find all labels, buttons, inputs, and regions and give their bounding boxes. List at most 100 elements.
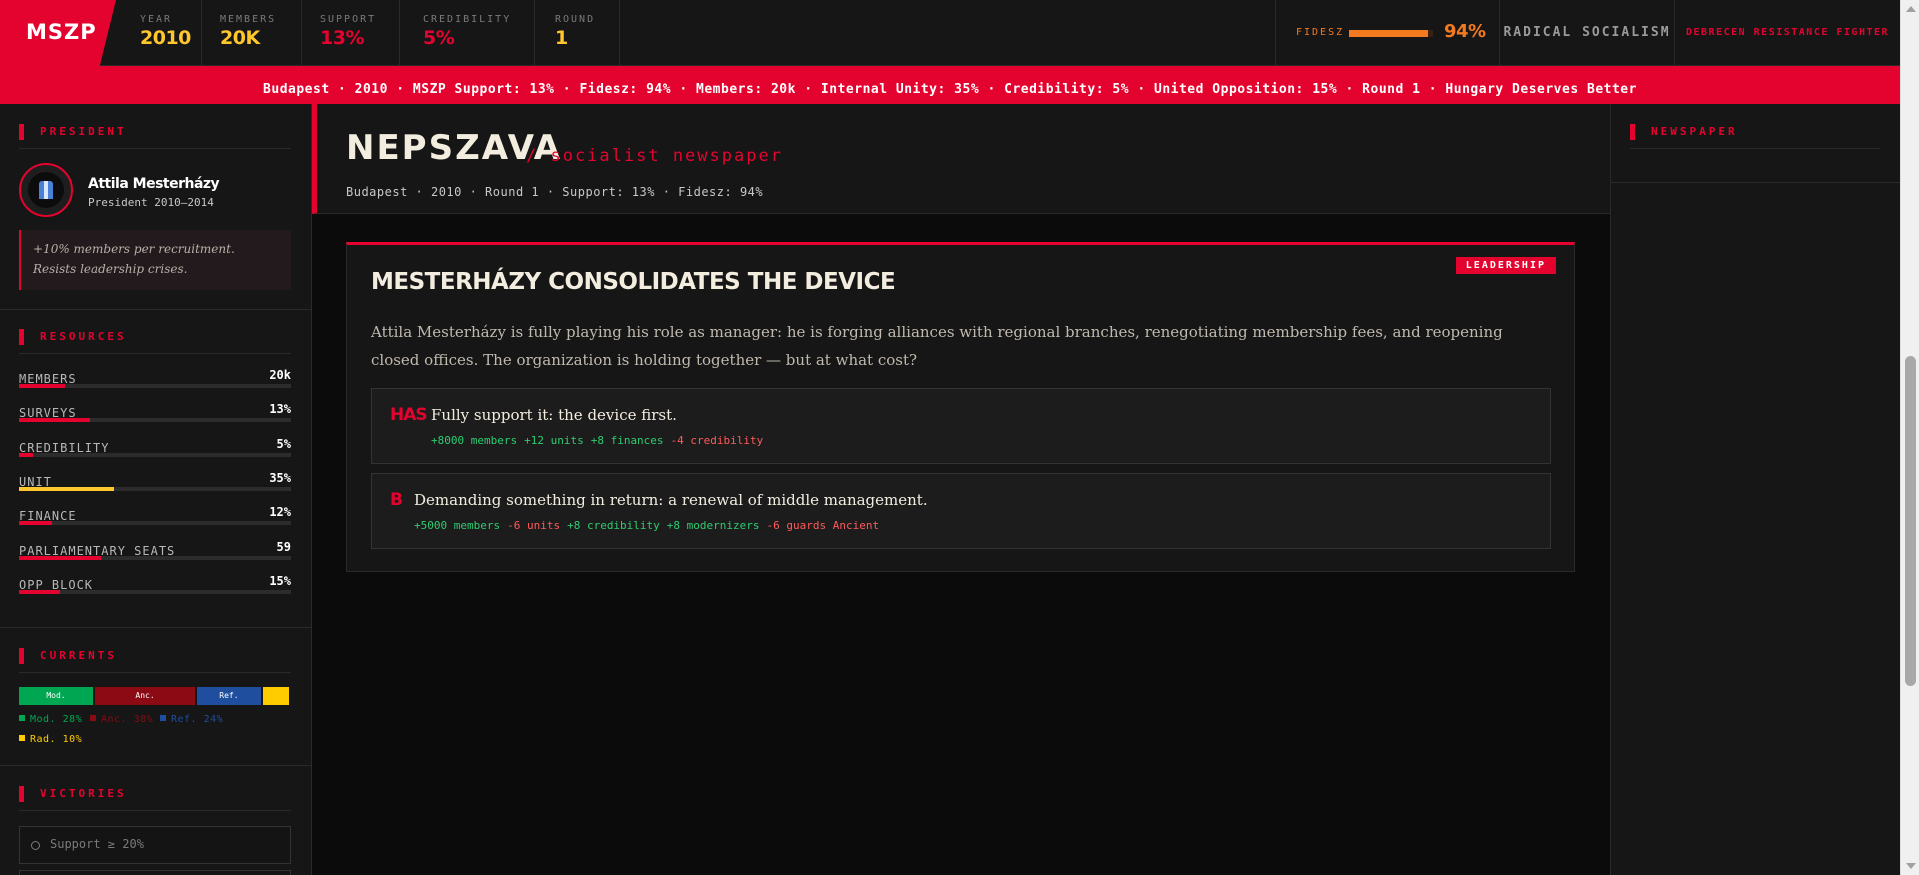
fidesz-bar-fill [1349, 30, 1428, 37]
choice-effects: +8000 members +12 units +8 finances -4 cred… [431, 434, 770, 447]
effect-item: +5000 members [414, 519, 501, 532]
legend-text: Ref. 24% [171, 714, 224, 725]
resource-bar-fill [19, 452, 33, 457]
resource-value: 5% [276, 436, 291, 451]
role-badge[interactable]: DEBRECEN RESISTANCE FIGHTER [1675, 0, 1900, 66]
legend-text: Mod. 28% [30, 714, 83, 725]
resource-bar [19, 521, 291, 526]
choice-option-b[interactable]: B Demanding something in return: a renew… [371, 473, 1551, 549]
resource-bar [19, 384, 291, 388]
resource-bar-fill [19, 521, 52, 526]
app-root: MSZP YEAR 2010 MEMBERS 20K SUPPORT 13% C… [0, 0, 1919, 875]
resource-value: 13% [269, 402, 291, 417]
stat-label: MEMBERS [220, 14, 277, 25]
president-term: President 2010–2014 [88, 196, 214, 209]
divider [19, 148, 291, 149]
scroll-up-icon[interactable] [1906, 6, 1916, 12]
resource-bar [19, 486, 291, 491]
divider [19, 810, 291, 811]
divider [19, 672, 291, 673]
divider [1630, 148, 1880, 149]
resource-row: FINANCE 12% [19, 505, 291, 526]
effect-item: +8 credibility [567, 519, 660, 532]
fidesz-meter: FIDESZ 94% [1275, 0, 1500, 66]
current-legend-item: Anc. 38% [90, 714, 153, 725]
newspaper-meta: Budapest · 2010 · Round 1 · Support: 13%… [346, 185, 764, 199]
section-title-president: PRESIDENT [0, 124, 311, 140]
top-bar: MSZP YEAR 2010 MEMBERS 20K SUPPORT 13% C… [0, 0, 1900, 66]
stat-support: SUPPORT 13% [302, 0, 400, 66]
fidesz-label: FIDESZ [1296, 27, 1345, 38]
stat-value: 2010 [140, 27, 191, 49]
resource-value: 59 [276, 539, 291, 554]
president-icon [39, 181, 53, 199]
logo-text: MSZP [26, 20, 97, 44]
stat-label: ROUND [555, 14, 596, 25]
resource-value: 12% [269, 505, 291, 520]
resource-bar-fill [19, 418, 90, 423]
effect-item: +8000 members [431, 434, 518, 447]
stat-label: CREDIBILITY [423, 14, 512, 25]
legend-swatch [19, 715, 25, 721]
resource-bar-fill [19, 384, 66, 388]
effect-item: +8 modernizers [666, 519, 760, 532]
divider [1611, 182, 1901, 183]
effect-item: -6 units [507, 519, 561, 532]
current-segment: Mod. [19, 687, 93, 705]
fidesz-bar [1349, 30, 1433, 37]
legend-swatch [19, 735, 25, 741]
scroll-down-icon[interactable] [1906, 863, 1916, 869]
stat-label: YEAR [140, 14, 173, 25]
stat-members: MEMBERS 20K [202, 0, 302, 66]
choice-key: HAS [390, 405, 428, 425]
choice-text: Demanding something in return: a renewal… [414, 491, 928, 509]
effect-item: +8 finances [590, 434, 664, 447]
choice-key: B [390, 490, 403, 510]
resource-bar [19, 452, 291, 457]
resource-bar [19, 555, 291, 560]
resource-bar-fill [19, 486, 115, 491]
scrollbar-thumb[interactable] [1905, 356, 1916, 686]
sidebar: PRESIDENT Attila Mesterházy President 20… [0, 104, 312, 875]
resource-value: 20k [269, 368, 291, 382]
legend-text: Anc. 38% [101, 714, 154, 725]
event-body: Attila Mesterházy is fully playing his r… [371, 323, 1503, 369]
section-title-newspaper: NEWSPAPER [1611, 124, 1901, 140]
current-segment: Anc. [94, 687, 196, 705]
avatar [19, 163, 73, 217]
current-legend-item: Ref. 24% [160, 714, 223, 725]
stat-value: 5% [423, 27, 455, 49]
resource-row: PARLIAMENTARY SEATS 59 [19, 539, 291, 560]
resource-bar [19, 418, 291, 423]
resource-row: SURVEYS 13% [19, 402, 291, 423]
president-perk: +10% members per recruitment. Resists le… [19, 230, 291, 290]
page-scrollbar[interactable] [1900, 0, 1919, 875]
resource-bar [19, 589, 291, 594]
divider [0, 765, 311, 766]
party-logo[interactable]: MSZP [0, 0, 116, 66]
current-legend-item: Rad. 10% [19, 734, 82, 745]
resource-row: UNIT 35% [19, 470, 291, 491]
news-ticker: Budapest · 2010 · MSZP Support: 13% · Fi… [0, 66, 1900, 104]
event-card: LEADERSHIP MESTERHÁZY CONSOLIDATES THE D… [346, 242, 1575, 572]
event-tag: LEADERSHIP [1455, 257, 1556, 274]
choice-option-a[interactable]: HAS Fully support it: the device first. … [371, 388, 1551, 464]
resource-bar-fill [19, 555, 101, 560]
stat-value: 1 [555, 27, 568, 49]
current-segment: Ref. [197, 687, 261, 705]
legend-swatch [90, 715, 96, 721]
stat-credibility: CREDIBILITY 5% [400, 0, 535, 66]
resource-row: OPP BLOCK 15% [19, 574, 291, 594]
stat-value: 13% [320, 27, 364, 49]
section-title-currents: CURRENTS [0, 648, 311, 664]
current-segment [262, 687, 289, 705]
section-title-victories: VICTORIES [0, 786, 311, 802]
stat-value: 20K [220, 27, 260, 49]
legend-swatch [160, 715, 166, 721]
stat-round: ROUND 1 [535, 0, 620, 66]
effect-item: +12 units [524, 434, 584, 447]
divider [19, 353, 291, 354]
resource-value: 35% [269, 470, 291, 485]
ideology-badge[interactable]: RADICAL SOCIALISM [1500, 0, 1675, 66]
fidesz-value: 94% [1444, 21, 1486, 42]
